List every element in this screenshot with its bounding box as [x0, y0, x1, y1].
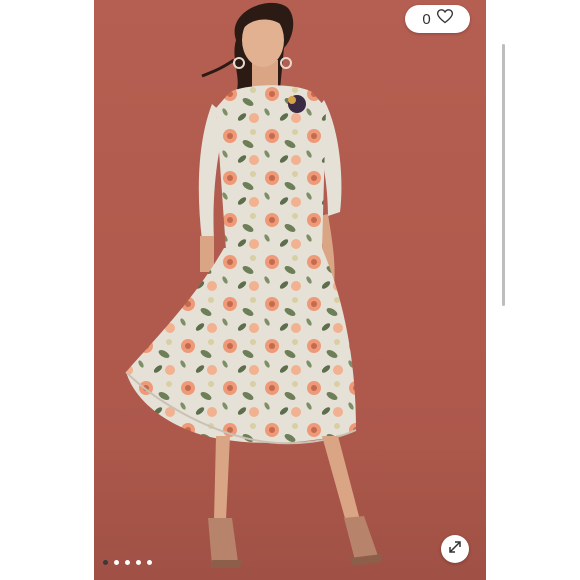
- product-photo[interactable]: [94, 0, 486, 580]
- fullscreen-button[interactable]: [441, 535, 469, 563]
- heart-icon: [436, 9, 453, 29]
- carousel-dot-1[interactable]: [103, 560, 108, 565]
- like-button[interactable]: 0: [405, 5, 470, 33]
- scrollbar[interactable]: [502, 44, 505, 306]
- like-count: 0: [422, 10, 431, 28]
- carousel-indicator: [103, 560, 152, 565]
- carousel-dot-3[interactable]: [125, 560, 130, 565]
- expand-icon: [447, 539, 463, 560]
- carousel-dot-2[interactable]: [114, 560, 119, 565]
- model-in-floral-dress-image: [125, 2, 382, 568]
- left-margin: [0, 0, 94, 580]
- carousel-dot-5[interactable]: [147, 560, 152, 565]
- right-margin: [486, 0, 580, 580]
- carousel-dot-4[interactable]: [136, 560, 141, 565]
